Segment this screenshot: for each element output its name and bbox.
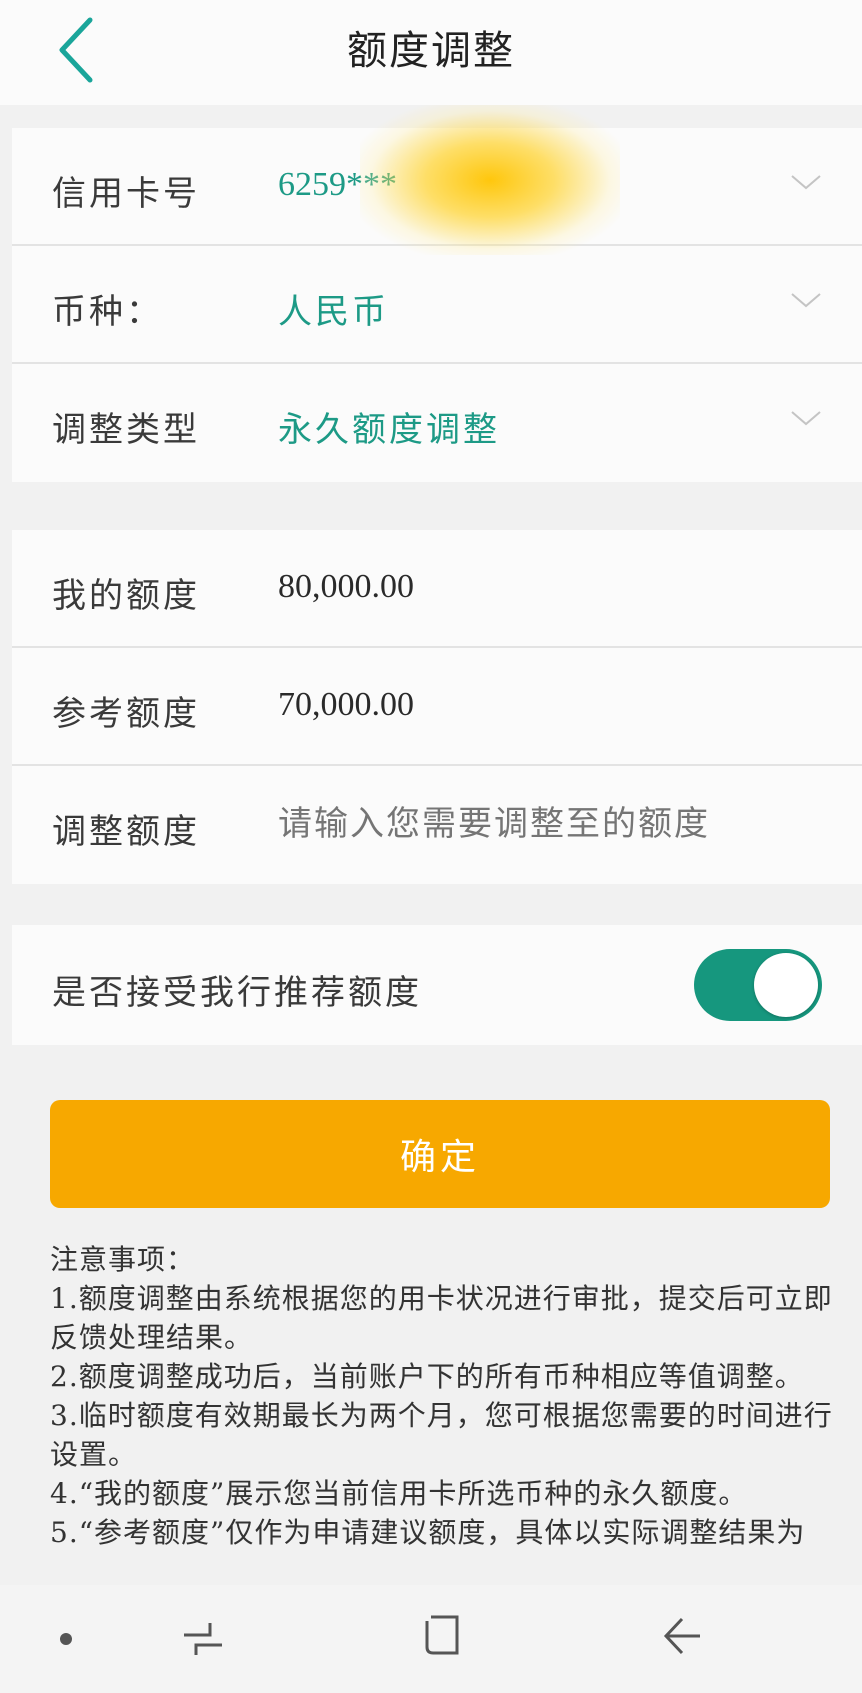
card-number-label: 信用卡号	[52, 174, 200, 214]
chevron-down-icon	[791, 411, 821, 426]
adjust-type-label: 调整类型	[52, 410, 200, 450]
recommend-label: 是否接受我行推荐额度	[52, 973, 422, 1013]
adjust-type-value: 永久额度调整	[278, 410, 500, 450]
home-icon[interactable]	[423, 1613, 463, 1659]
note-item: 2.额度调整成功后，当前账户下的所有币种相应等值调整。	[50, 1360, 804, 1393]
my-limit-row: 我的额度 80,000.00	[12, 530, 862, 648]
page-title: 额度调整	[347, 28, 515, 74]
recommend-group: 是否接受我行推荐额度	[12, 925, 862, 1045]
currency-label: 币种：	[52, 292, 163, 332]
recommend-toggle[interactable]	[694, 949, 822, 1021]
reference-limit-row: 参考额度 70,000.00	[12, 648, 862, 766]
limit-group: 我的额度 80,000.00 参考额度 70,000.00 调整额度	[12, 530, 862, 884]
recent-apps-icon[interactable]	[180, 1619, 226, 1659]
dot-icon	[60, 1633, 72, 1645]
adjust-limit-input[interactable]	[278, 804, 838, 844]
chevron-down-icon	[791, 293, 821, 308]
card-number-row[interactable]: 信用卡号 6259***	[12, 128, 862, 246]
notes-section: 注意事项： 1.额度调整由系统根据您的用卡状况进行审批，提交后可立即反馈处理结果…	[50, 1240, 840, 1552]
card-selection-group: 信用卡号 6259*** 币种： 人民币 调整类型 永久额度调整	[12, 128, 862, 482]
adjust-type-row[interactable]: 调整类型 永久额度调整	[12, 364, 862, 482]
toggle-knob	[754, 953, 818, 1017]
adjust-limit-row: 调整额度	[12, 766, 862, 884]
reference-limit-value: 70,000.00	[278, 686, 414, 723]
system-nav-bar	[0, 1585, 862, 1693]
my-limit-value: 80,000.00	[278, 568, 414, 605]
note-item: 4.“我的额度”展示您当前信用卡所选币种的永久额度。	[50, 1477, 748, 1510]
confirm-button[interactable]: 确定	[50, 1100, 830, 1208]
note-item: 1.额度调整由系统根据您的用卡状况进行审批，提交后可立即反馈处理结果。	[50, 1282, 833, 1354]
card-number-value: 6259***	[278, 166, 397, 203]
currency-row[interactable]: 币种： 人民币	[12, 246, 862, 364]
reference-limit-label: 参考额度	[52, 694, 200, 734]
recommend-row: 是否接受我行推荐额度	[12, 925, 862, 1045]
chevron-down-icon	[791, 175, 821, 190]
currency-value: 人民币	[278, 292, 389, 332]
notes-title: 注意事项：	[50, 1243, 196, 1276]
back-nav-icon[interactable]	[660, 1613, 704, 1659]
adjust-limit-label: 调整额度	[52, 812, 200, 852]
top-bar: 额度调整	[0, 0, 862, 105]
my-limit-label: 我的额度	[52, 576, 200, 616]
note-item: 3.临时额度有效期最长为两个月，您可根据您需要的时间进行设置。	[50, 1399, 833, 1471]
note-item: 5.“参考额度”仅作为申请建议额度，具体以实际调整结果为	[50, 1516, 806, 1549]
